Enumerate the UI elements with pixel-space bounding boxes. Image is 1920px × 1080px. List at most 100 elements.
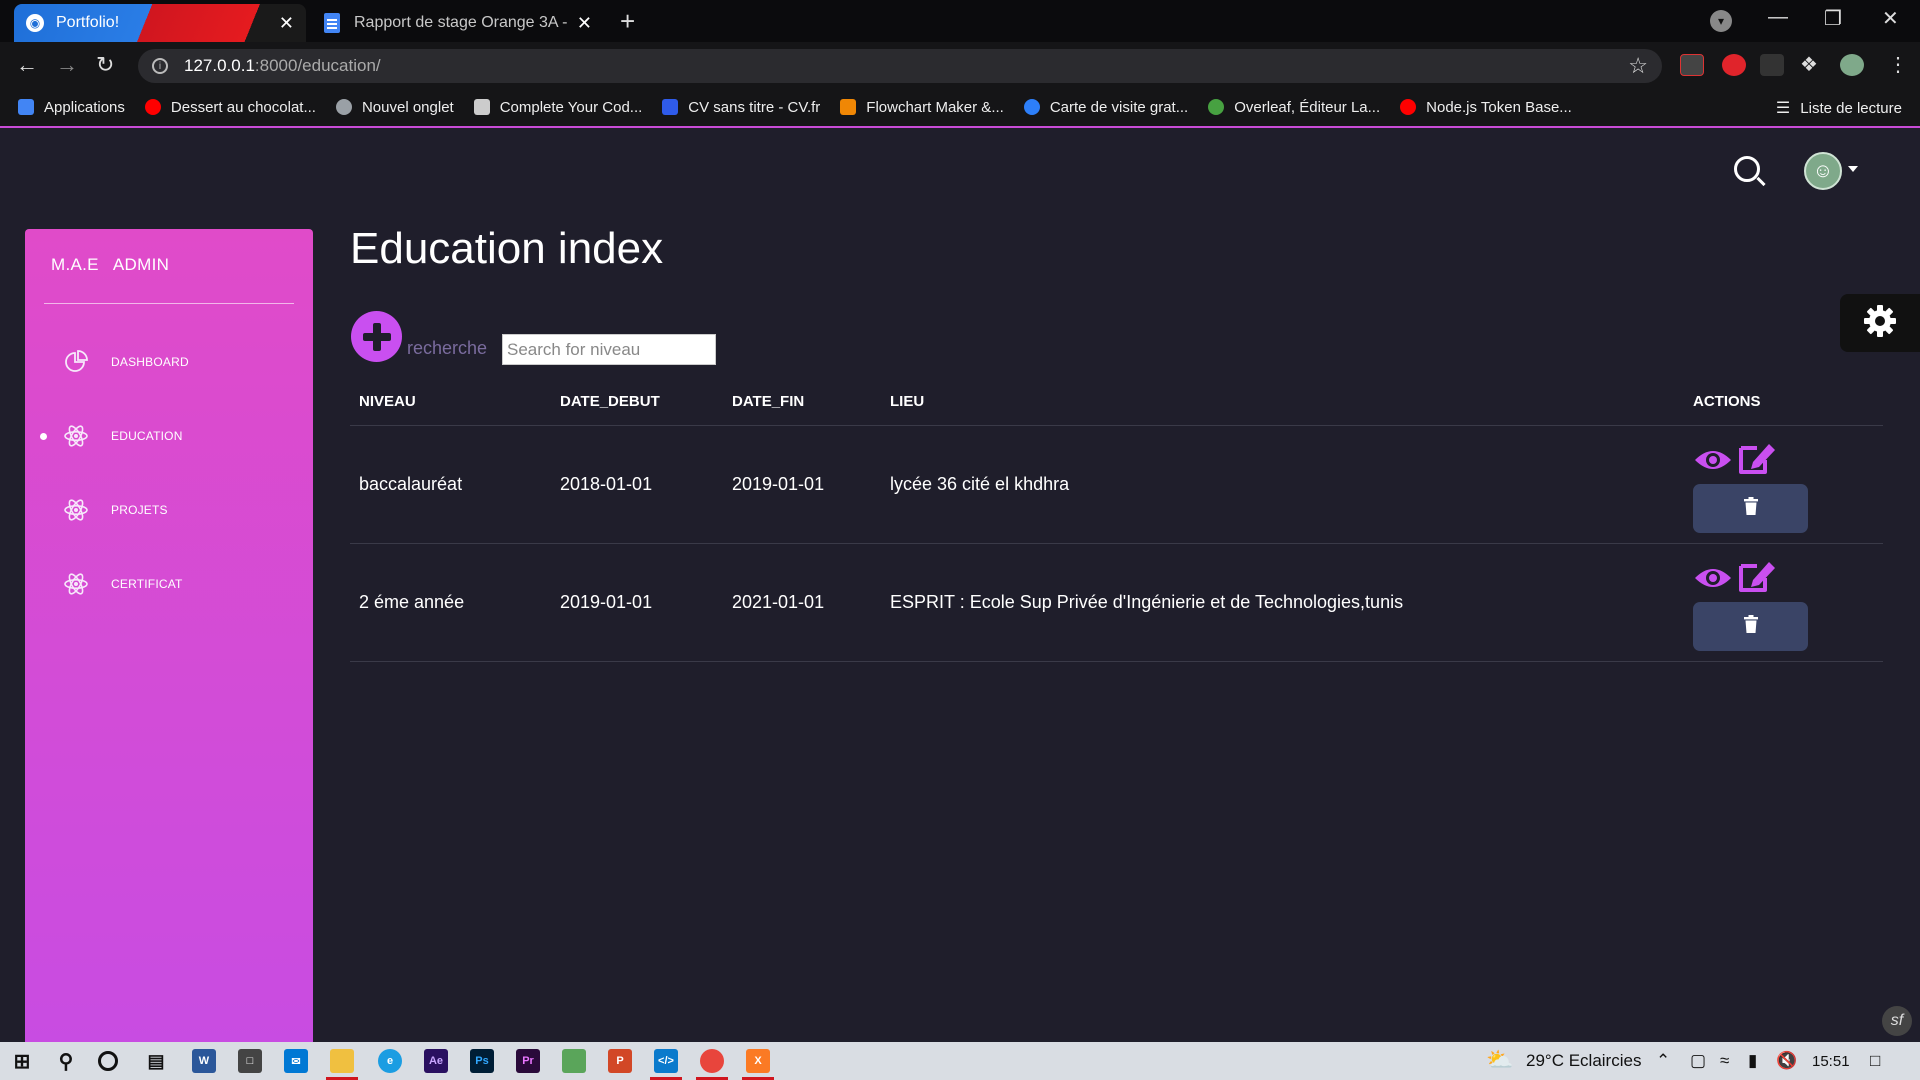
task-view-icon[interactable]: ▤	[144, 1049, 168, 1073]
profile-avatar-icon[interactable]	[1840, 54, 1864, 76]
sidebar-item-certificat[interactable]: CERTIFICAT	[25, 564, 313, 604]
delete-button[interactable]	[1693, 602, 1808, 651]
after-effects-icon[interactable]: Ae	[424, 1049, 448, 1073]
windows-start-icon[interactable]: ⊞	[10, 1049, 34, 1073]
file-explorer-icon[interactable]	[326, 1049, 358, 1080]
bookmark-star-icon[interactable]: ☆	[1628, 53, 1648, 79]
youtube-icon	[144, 99, 161, 115]
atom-icon	[63, 571, 89, 597]
xampp-icon[interactable]: X	[742, 1049, 774, 1080]
bookmark-flowchart[interactable]: Flowchart Maker &...	[840, 99, 1004, 116]
notepad-icon[interactable]	[562, 1049, 586, 1073]
column-header-niveau[interactable]: NIVEAU	[350, 378, 551, 426]
windows-taskbar: ⊞ ⚲ ▤ W □ ✉ e Ae Ps Pr P </> X ⛅ 29°C Ec…	[0, 1042, 1920, 1080]
symfony-toolbar-icon[interactable]: sf	[1882, 1006, 1912, 1036]
bookmark-label: Applications	[44, 98, 125, 116]
photoshop-icon[interactable]: Ps	[470, 1049, 494, 1073]
bookmark-carte-de-visite[interactable]: Carte de visite grat...	[1023, 99, 1188, 116]
extension-code-icon[interactable]	[1760, 54, 1784, 76]
close-window-icon[interactable]: ✕	[1882, 6, 1899, 31]
sidebar-item-education[interactable]: EDUCATION	[25, 416, 313, 456]
url-path: :8000/education/	[254, 56, 381, 75]
volume-mute-icon[interactable]: 🔇	[1776, 1051, 1797, 1071]
store-icon[interactable]: □	[238, 1049, 262, 1073]
forward-icon[interactable]: →	[56, 52, 78, 78]
table-row: baccalauréat 2018-01-01 2019-01-01 lycée…	[350, 425, 1883, 544]
cell-date-fin: 2019-01-01	[723, 425, 881, 544]
sidebar-item-dashboard[interactable]: DASHBOARD	[25, 342, 313, 382]
chevron-up-icon[interactable]: ⌃	[1656, 1051, 1670, 1071]
reading-list-label: Liste de lecture	[1800, 99, 1902, 117]
column-header-date-fin[interactable]: DATE_FIN	[723, 378, 881, 426]
bookmark-label: Overleaf, Éditeur La...	[1234, 98, 1381, 116]
reading-list[interactable]: ☰ Liste de lecture	[1776, 98, 1902, 118]
atom-icon	[63, 497, 89, 523]
bookmark-overleaf[interactable]: Overleaf, Éditeur La...	[1208, 99, 1380, 116]
battery-icon[interactable]: ▮	[1748, 1051, 1757, 1071]
back-icon[interactable]: ←	[16, 52, 38, 78]
reading-list-icon: ☰	[1775, 100, 1791, 117]
sidebar-brand[interactable]: M.A.E ADMIN	[51, 255, 169, 275]
delete-button[interactable]	[1693, 484, 1808, 533]
sidebar-item-projets[interactable]: PROJETS	[25, 490, 313, 530]
address-bar[interactable]: i 127.0.0.1:8000/education/ ☆	[138, 49, 1662, 83]
bookmark-dessert[interactable]: Dessert au chocolat...	[144, 99, 316, 116]
sidebar: M.A.E ADMIN DASHBOARD EDUCATION PROJETS …	[25, 229, 313, 1051]
clock-time[interactable]: 15:51	[1812, 1053, 1850, 1070]
extension-cast-icon[interactable]	[1680, 54, 1704, 76]
header-search-icon[interactable]	[1734, 156, 1760, 182]
edit-icon[interactable]	[1737, 440, 1777, 476]
active-indicator-dot	[40, 432, 47, 440]
column-header-lieu[interactable]: LIEU	[881, 378, 1684, 426]
new-tab-icon[interactable]: +	[620, 6, 635, 37]
bookmark-cv[interactable]: CV sans titre - CV.fr	[662, 99, 820, 116]
notifications-icon[interactable]: □	[1870, 1051, 1880, 1071]
extension-record-icon[interactable]	[1722, 54, 1746, 76]
tab-search-icon[interactable]: ▾	[1710, 10, 1732, 32]
chevron-down-icon[interactable]	[1848, 166, 1858, 172]
weather-text[interactable]: 29°C Eclaircies	[1526, 1051, 1641, 1071]
view-eye-icon[interactable]	[1693, 564, 1733, 592]
tab-title: Rapport de stage Orange 3A - Go	[354, 14, 571, 31]
restore-icon[interactable]: ❐	[1824, 6, 1842, 31]
chrome-menu-icon[interactable]: ⋮	[1888, 52, 1908, 77]
bookmark-nodejs-token[interactable]: Node.js Token Base...	[1400, 99, 1572, 116]
minimize-icon[interactable]: —	[1768, 6, 1788, 29]
bookmark-complete-your-code[interactable]: Complete Your Cod...	[473, 99, 642, 116]
extensions-puzzle-icon[interactable]: ❖	[1800, 52, 1818, 77]
sidebar-item-label: DASHBOARD	[111, 355, 189, 369]
browser-tab-strip: ◉ Portfolio! ✕ Rapport de stage Orange 3…	[0, 0, 1920, 42]
edge-icon[interactable]: e	[378, 1049, 402, 1073]
bookmark-label: Flowchart Maker &...	[866, 98, 1004, 116]
vscode-icon[interactable]: </>	[650, 1049, 682, 1080]
search-input[interactable]	[502, 334, 716, 365]
close-tab-icon[interactable]: ✕	[279, 13, 294, 34]
settings-gear-button[interactable]	[1840, 294, 1920, 352]
cortana-icon[interactable]	[98, 1051, 118, 1071]
google-docs-icon	[324, 13, 340, 33]
powerpoint-icon[interactable]: P	[608, 1049, 632, 1073]
edit-icon[interactable]	[1737, 558, 1777, 594]
atom-icon	[63, 423, 89, 449]
tab-rapport-de-stage[interactable]: Rapport de stage Orange 3A - Go ✕	[312, 4, 604, 42]
add-education-button[interactable]	[351, 311, 402, 362]
bookmark-nouvel-onglet[interactable]: Nouvel onglet	[335, 99, 454, 116]
search-icon[interactable]: ⚲	[54, 1049, 78, 1073]
user-avatar[interactable]: ☺	[1804, 152, 1842, 190]
premiere-icon[interactable]: Pr	[516, 1049, 540, 1073]
table-header-row: NIVEAU DATE_DEBUT DATE_FIN LIEU ACTIONS	[350, 378, 1883, 426]
word-icon[interactable]: W	[192, 1049, 216, 1073]
close-tab-icon[interactable]: ✕	[577, 13, 592, 34]
canva-icon	[1023, 99, 1040, 115]
view-eye-icon[interactable]	[1693, 446, 1733, 474]
tab-portfolio[interactable]: ◉ Portfolio! ✕	[14, 4, 306, 42]
site-info-icon[interactable]: i	[152, 58, 168, 74]
bookmark-applications[interactable]: Applications	[18, 99, 125, 116]
wifi-icon[interactable]: ≈	[1720, 1051, 1729, 1071]
column-header-date-debut[interactable]: DATE_DEBUT	[551, 378, 723, 426]
reload-icon[interactable]: ↻	[96, 52, 114, 78]
chrome-icon[interactable]	[696, 1049, 728, 1080]
meet-now-icon[interactable]: ▢	[1690, 1051, 1706, 1071]
mail-icon[interactable]: ✉	[284, 1049, 308, 1073]
weather-icon[interactable]: ⛅	[1486, 1047, 1513, 1073]
